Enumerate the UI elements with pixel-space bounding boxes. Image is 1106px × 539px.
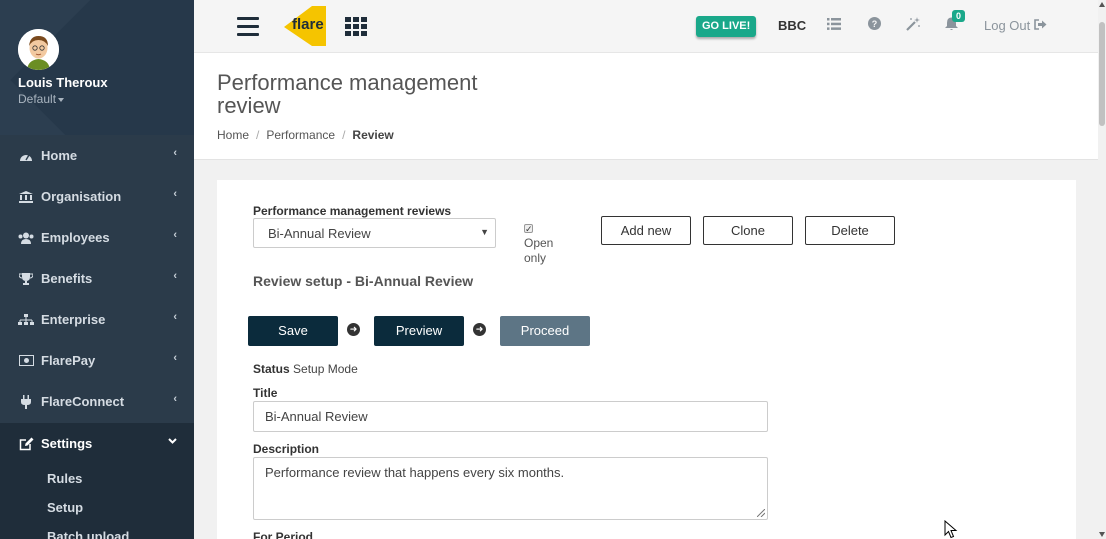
submenu-item-setup[interactable]: Setup: [0, 493, 194, 522]
sidebar-item-settings[interactable]: Settings: [0, 423, 194, 464]
scroll-up-icon[interactable]: [1099, 2, 1105, 7]
sidebar-item-enterprise[interactable]: Enterprise ‹: [0, 299, 194, 340]
scroll-down-icon[interactable]: [1099, 532, 1105, 537]
user-name: Louis Theroux: [18, 75, 108, 90]
chevron-left-icon: ‹: [173, 270, 177, 282]
status-line: Status Setup Mode: [253, 362, 358, 376]
sidebar-item-home[interactable]: Home ‹: [0, 135, 194, 176]
dropdown-arrow-icon: ▼: [480, 227, 489, 237]
notification-count-badge: 0: [952, 10, 966, 22]
save-button[interactable]: Save: [248, 316, 338, 346]
arrow-right-icon: ➜: [347, 323, 360, 336]
chevron-left-icon: ‹: [173, 311, 177, 323]
dashboard-icon: [18, 150, 34, 162]
user-profile: Louis Theroux Default: [0, 0, 194, 135]
money-icon: [18, 355, 34, 366]
title-label: Title: [253, 386, 278, 400]
company-name[interactable]: BBC: [778, 18, 806, 33]
reviews-select-label: Performance management reviews: [253, 204, 452, 218]
settings-submenu: Rules Setup Batch upload: [0, 464, 194, 539]
logout-label: Log Out: [984, 18, 1031, 33]
arrow-right-icon: ➜: [473, 323, 486, 336]
sidebar-item-label: Enterprise: [41, 312, 106, 327]
users-icon: [18, 232, 34, 244]
period-label: For Period: [253, 530, 314, 539]
chevron-left-icon: ‹: [173, 147, 177, 159]
review-select-value: Bi-Annual Review: [268, 226, 371, 241]
top-bar: flare GO LIVE! BBC ? 0 Log Out: [194, 0, 1098, 53]
breadcrumb-home[interactable]: Home: [217, 128, 249, 142]
clone-button[interactable]: Clone: [703, 216, 793, 245]
hamburger-menu-icon[interactable]: [237, 17, 259, 41]
apps-grid-icon[interactable]: [345, 17, 368, 36]
chevron-left-icon: ‹: [173, 352, 177, 364]
sidebar-item-organisation[interactable]: Organisation ‹: [0, 176, 194, 217]
open-only-toggle[interactable]: ✓ Open only: [524, 224, 564, 266]
magic-wand-icon[interactable]: [906, 17, 920, 34]
sidebar-item-employees[interactable]: Employees ‹: [0, 217, 194, 258]
page-scrollbar[interactable]: [1098, 0, 1106, 539]
page-title: Performance management review: [217, 70, 478, 118]
breadcrumb-performance[interactable]: Performance: [266, 128, 335, 142]
svg-text:?: ?: [872, 19, 878, 29]
sidebar-item-label: Organisation: [41, 189, 122, 204]
delete-button[interactable]: Delete: [805, 216, 895, 245]
logout-link[interactable]: Log Out: [984, 18, 1047, 33]
sitemap-icon: [18, 313, 34, 326]
chevron-left-icon: ‹: [173, 229, 177, 241]
help-icon[interactable]: ?: [868, 17, 881, 33]
sidebar-item-label: Employees: [41, 230, 110, 245]
sidebar-item-flarepay[interactable]: FlarePay ‹: [0, 340, 194, 381]
description-textarea[interactable]: Performance review that happens every si…: [253, 457, 768, 520]
trophy-icon: [18, 272, 34, 285]
chevron-left-icon: ‹: [173, 393, 177, 405]
sidebar-item-flareconnect[interactable]: FlareConnect ‹: [0, 381, 194, 422]
bank-icon: [18, 190, 34, 203]
sidebar-item-label: Home: [41, 148, 78, 163]
sidebar-nav: Home ‹ Organisation ‹ Employees ‹ Benefi…: [0, 135, 194, 539]
chevron-left-icon: ‹: [173, 188, 177, 200]
open-only-label: Open only: [524, 236, 554, 265]
section-title: Review setup - Bi-Annual Review: [253, 273, 474, 289]
scrollbar-thumb[interactable]: [1099, 22, 1105, 126]
proceed-button[interactable]: Proceed: [500, 316, 590, 346]
sidebar-item-label: Settings: [41, 436, 93, 451]
user-role-label: Default: [18, 92, 57, 106]
list-icon[interactable]: [827, 17, 841, 33]
sidebar-item-label: FlarePay: [41, 353, 96, 368]
sign-out-icon: [1034, 18, 1047, 33]
breadcrumb-current: Review: [352, 128, 394, 142]
sidebar-item-benefits[interactable]: Benefits ‹: [0, 258, 194, 299]
user-role-dropdown[interactable]: Default: [18, 92, 65, 106]
resize-handle-icon[interactable]: [757, 509, 765, 517]
add-new-button[interactable]: Add new: [601, 216, 691, 245]
description-label: Description: [253, 442, 320, 456]
edit-icon: [18, 437, 34, 451]
breadcrumb: Home / Performance / Review: [217, 128, 394, 142]
open-only-checkbox[interactable]: ✓: [524, 224, 533, 234]
sidebar-item-label: FlareConnect: [41, 394, 125, 409]
logo-text: flare: [292, 16, 324, 33]
plug-icon: [18, 394, 34, 409]
preview-button[interactable]: Preview: [374, 316, 464, 346]
status-value: Setup Mode: [293, 362, 358, 376]
submenu-item-rules[interactable]: Rules: [0, 464, 194, 493]
chevron-down-icon: [168, 435, 177, 447]
avatar[interactable]: [18, 29, 59, 70]
submenu-item-batch-upload[interactable]: Batch upload: [0, 522, 194, 539]
flare-logo[interactable]: flare: [282, 4, 328, 48]
sidebar: Louis Theroux Default Home ‹ Organisatio…: [0, 0, 194, 539]
status-label: Status: [253, 362, 290, 376]
review-panel: Performance management reviews Bi-Annual…: [217, 180, 1076, 539]
page-header: Performance management review Home / Perfo…: [194, 53, 1098, 160]
review-select[interactable]: Bi-Annual Review ▼: [253, 218, 496, 248]
caret-down-icon: [58, 97, 65, 102]
mouse-cursor-icon: [944, 519, 958, 539]
sidebar-item-label: Benefits: [41, 271, 93, 286]
title-field[interactable]: Bi-Annual Review: [253, 401, 768, 432]
go-live-button[interactable]: GO LIVE!: [696, 16, 757, 37]
description-value: Performance review that happens every si…: [265, 465, 565, 480]
